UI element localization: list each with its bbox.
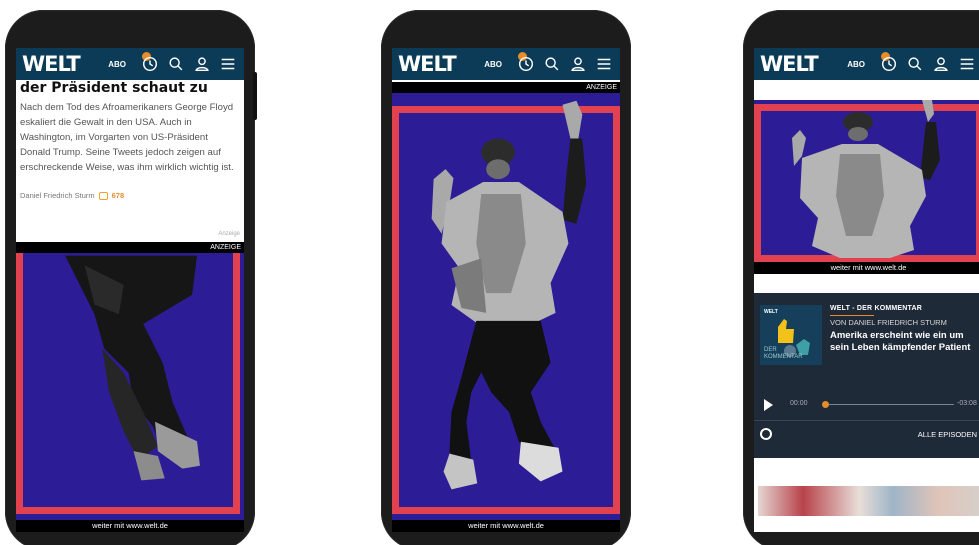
cover-title-2: KOMMENTAR — [764, 354, 803, 360]
dancer-image — [792, 100, 940, 258]
ad-footer[interactable]: weiter mit www.welt.de — [754, 262, 979, 274]
time-elapsed: 00:00 — [790, 400, 808, 407]
podcast-kicker[interactable]: WELT - DER KOMMENTAR — [830, 305, 922, 312]
ad-footer[interactable]: weiter mit www.welt.de — [392, 520, 620, 532]
search-icon[interactable] — [166, 54, 186, 74]
article-byline: Daniel Friedrich Sturm 678 — [20, 191, 124, 200]
play-icon[interactable] — [764, 399, 773, 411]
time-remaining: -03:08 — [957, 400, 977, 407]
abo-link[interactable]: ABO — [847, 60, 865, 69]
podcast-player: WELT DER KOMMENTAR WELT - DER KOMMENTAR … — [754, 293, 979, 458]
all-episodes-link[interactable]: ALLE EPISODEN — [918, 430, 977, 439]
phone-side-button — [253, 72, 257, 120]
site-header: WELT ABO — [392, 48, 620, 80]
comment-icon[interactable] — [98, 191, 108, 200]
welt-logo[interactable]: WELT — [760, 52, 819, 76]
menu-icon[interactable] — [957, 54, 977, 74]
dancer-legs-image — [65, 255, 200, 481]
comment-count[interactable]: 678 — [112, 191, 125, 200]
screen-1: WELT ABO der Präsident schaut zu Nach de… — [16, 48, 244, 532]
menu-icon[interactable] — [218, 54, 238, 74]
ad-banner[interactable]: weiter mit www.welt.de — [16, 253, 244, 532]
user-icon[interactable] — [192, 54, 212, 74]
ad-label-bar: ANZEIGE — [392, 82, 620, 93]
history-icon[interactable] — [516, 52, 536, 74]
author-name[interactable]: Daniel Friedrich Sturm — [20, 191, 95, 200]
phone-frame-3: WELT ABO weiter mit www.welt.de WELT DER… — [743, 10, 979, 545]
progress-knob[interactable] — [822, 401, 829, 408]
screen-2: WELT ABO ANZEIGE weiter mit www.welt.de — [392, 48, 620, 532]
search-icon[interactable] — [542, 54, 562, 74]
welt-logo[interactable]: WELT — [22, 52, 81, 76]
ad-fullscreen[interactable]: weiter mit www.welt.de — [392, 93, 620, 532]
abo-link[interactable]: ABO — [484, 60, 502, 69]
welt-logo[interactable]: WELT — [398, 52, 457, 76]
cover-title-1: DER — [764, 347, 777, 353]
screen-3: WELT ABO weiter mit www.welt.de WELT DER… — [754, 48, 979, 532]
podcast-title[interactable]: Amerika erscheint wie ein um sein Leben … — [830, 330, 975, 354]
podcast-divider — [754, 420, 979, 421]
podcast-logo-icon[interactable] — [760, 428, 772, 440]
ad-label-bar: ANZEIGE — [16, 242, 244, 253]
history-icon[interactable] — [140, 52, 160, 74]
dancer-image — [431, 100, 587, 490]
search-icon[interactable] — [905, 54, 925, 74]
site-header: WELT ABO — [754, 48, 979, 80]
ad-footer[interactable]: weiter mit www.welt.de — [16, 520, 244, 532]
ad-banner[interactable]: weiter mit www.welt.de — [754, 100, 979, 274]
article-teaser[interactable]: Nach dem Tod des Afroamerikaners George … — [20, 100, 238, 175]
user-icon[interactable] — [931, 54, 951, 74]
site-header: WELT ABO — [16, 48, 244, 80]
abo-link[interactable]: ABO — [108, 60, 126, 69]
history-icon[interactable] — [879, 52, 899, 74]
progress-track[interactable] — [824, 404, 954, 405]
phone-frame-2: WELT ABO ANZEIGE weiter mit www.welt.de — [381, 10, 631, 545]
ad-label-small: Anzeige — [218, 231, 240, 237]
podcast-cover[interactable]: WELT DER KOMMENTAR — [760, 305, 822, 365]
article-headline[interactable]: der Präsident schaut zu — [20, 80, 208, 96]
article-teaser-images[interactable] — [758, 486, 979, 516]
user-icon[interactable] — [568, 54, 588, 74]
podcast-author: VON DANIEL FRIEDRICH STURM — [830, 318, 947, 327]
phone-frame-1: WELT ABO der Präsident schaut zu Nach de… — [5, 10, 255, 545]
kicker-underline — [830, 315, 874, 316]
menu-icon[interactable] — [594, 54, 614, 74]
